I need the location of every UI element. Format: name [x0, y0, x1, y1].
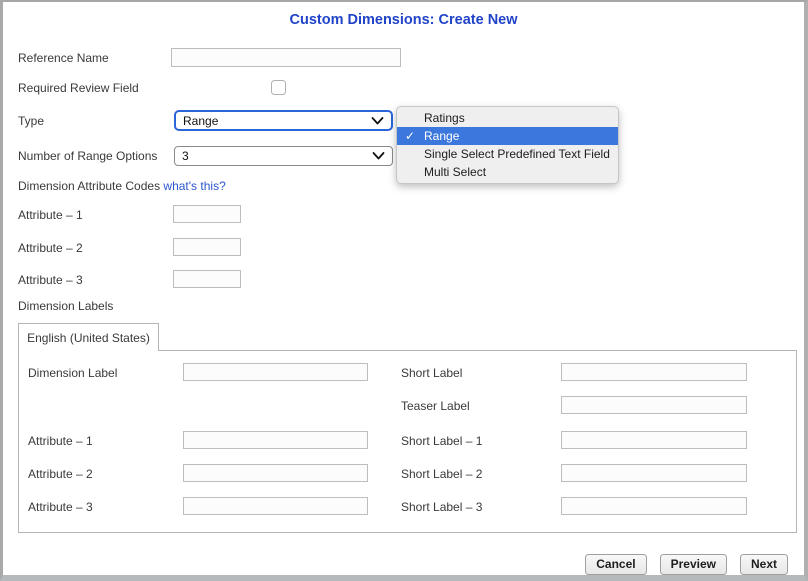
type-dropdown-menu: Ratings ✓ Range Single Select Predefined…: [396, 106, 619, 184]
preview-button[interactable]: Preview: [660, 554, 727, 575]
panel-attribute-2-label: Attribute – 2: [28, 467, 93, 482]
attribute-3-input[interactable]: [173, 270, 241, 288]
teaser-label-label: Teaser Label: [401, 399, 470, 414]
short-label-1-input[interactable]: [561, 431, 747, 449]
panel-attribute-1-input[interactable]: [183, 431, 368, 449]
menu-item-ratings[interactable]: Ratings: [397, 109, 618, 127]
short-label-3-input[interactable]: [561, 497, 747, 515]
panel-attribute-2-input[interactable]: [183, 464, 368, 482]
panel-attribute-3-label: Attribute – 3: [28, 500, 93, 515]
menu-item-single-select-predefined-text-field[interactable]: Single Select Predefined Text Field: [397, 145, 618, 163]
dimension-label-label: Dimension Label: [28, 366, 117, 381]
chevron-down-icon: [372, 152, 385, 160]
custom-dimensions-create-window: Custom Dimensions: Create New Reference …: [0, 0, 808, 581]
number-of-range-options-value: 3: [182, 149, 189, 163]
next-button[interactable]: Next: [740, 554, 788, 575]
attribute-3-label: Attribute – 3: [18, 273, 83, 288]
menu-item-range[interactable]: ✓ Range: [397, 127, 618, 145]
panel-attribute-3-input[interactable]: [183, 497, 368, 515]
attribute-2-label: Attribute – 2: [18, 241, 83, 256]
required-review-checkbox[interactable]: [271, 80, 286, 95]
type-select[interactable]: Range: [174, 110, 393, 131]
page-title: Custom Dimensions: Create New: [3, 12, 804, 28]
dimension-label-input[interactable]: [183, 363, 368, 381]
required-review-field-label: Required Review Field: [18, 81, 139, 96]
short-label-1-label: Short Label – 1: [401, 434, 482, 449]
tab-english-united-states[interactable]: English (United States): [18, 323, 159, 351]
type-label: Type: [18, 114, 44, 129]
number-of-range-options-select[interactable]: 3: [174, 146, 393, 166]
attribute-2-input[interactable]: [173, 238, 241, 256]
short-label-2-label: Short Label – 2: [401, 467, 482, 482]
dimension-labels-section-label: Dimension Labels: [18, 299, 113, 314]
whats-this-link[interactable]: what's this?: [163, 179, 225, 193]
attribute-1-input[interactable]: [173, 205, 241, 223]
checkmark-icon: ✓: [405, 127, 415, 145]
chevron-down-icon: [371, 117, 384, 125]
attribute-1-label: Attribute – 1: [18, 208, 83, 223]
cancel-button[interactable]: Cancel: [585, 554, 646, 575]
reference-name-label: Reference Name: [18, 51, 109, 66]
dimension-attribute-codes-label: Dimension Attribute Codes what's this?: [18, 179, 226, 194]
short-label-input[interactable]: [561, 363, 747, 381]
reference-name-input[interactable]: [171, 48, 401, 67]
footer-actions: Cancel Preview Next: [585, 554, 788, 575]
short-label-2-input[interactable]: [561, 464, 747, 482]
short-label-3-label: Short Label – 3: [401, 500, 482, 515]
teaser-label-input[interactable]: [561, 396, 747, 414]
menu-item-multi-select[interactable]: Multi Select: [397, 163, 618, 181]
short-label-label: Short Label: [401, 366, 462, 381]
number-of-range-options-label: Number of Range Options: [18, 149, 157, 164]
panel-attribute-1-label: Attribute – 1: [28, 434, 93, 449]
type-select-value: Range: [183, 114, 218, 128]
